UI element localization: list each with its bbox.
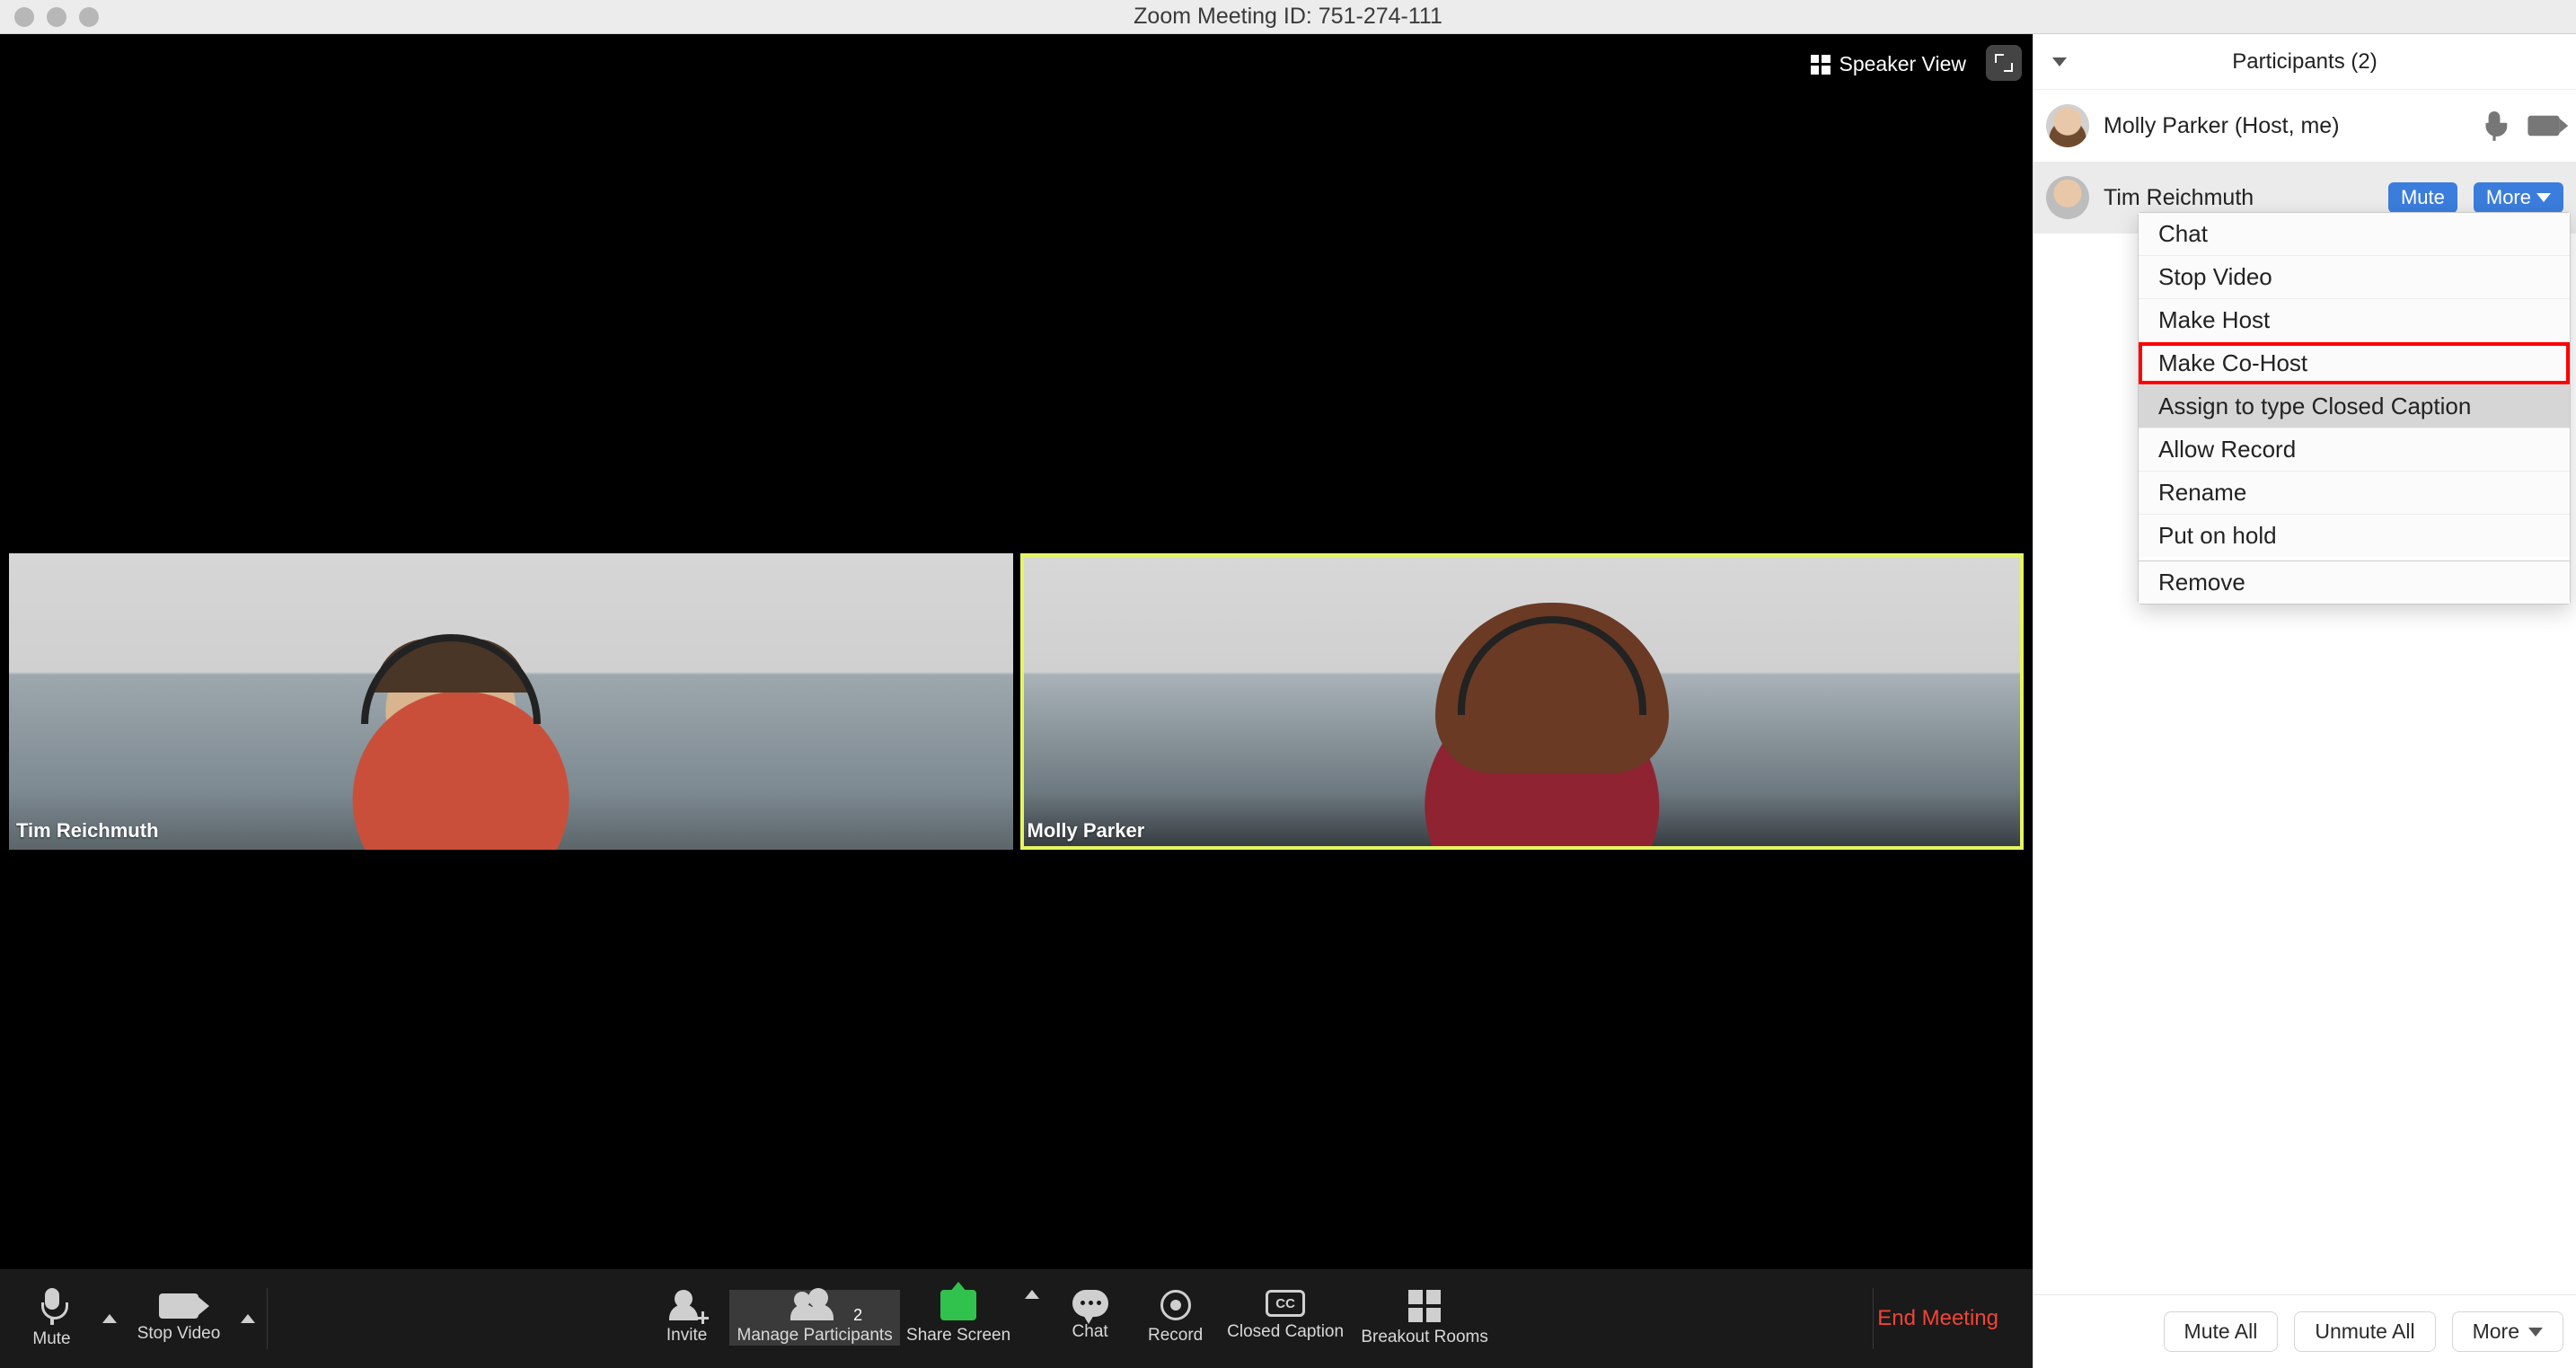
closed-caption-label: Closed Caption — [1227, 1322, 1344, 1342]
toolbar-divider — [267, 1288, 268, 1349]
breakout-rooms-label: Breakout Rooms — [1361, 1328, 1488, 1347]
record-icon — [1160, 1290, 1191, 1320]
mute-all-label: Mute All — [2184, 1319, 2258, 1344]
mute-all-button[interactable]: Mute All — [2164, 1311, 2279, 1352]
video-grid: Tim Reichmuth Molly Parker — [9, 553, 2024, 850]
end-meeting-button[interactable]: End Meeting — [1877, 1306, 2024, 1331]
participant-name: Tim Reichmuth — [2104, 185, 2374, 211]
share-screen-label: Share Screen — [906, 1326, 1010, 1346]
menu-item-make-cohost[interactable]: Make Co-Host — [2139, 341, 2570, 384]
breakout-rooms-button[interactable]: Breakout Rooms — [1353, 1290, 1496, 1347]
grid-view-icon — [1811, 55, 1831, 75]
participants-header: Participants (2) — [2033, 34, 2576, 90]
stop-video-button[interactable]: Stop Video — [125, 1269, 233, 1368]
unmute-all-button[interactable]: Unmute All — [2294, 1311, 2435, 1352]
chevron-up-icon — [102, 1314, 117, 1323]
chevron-down-icon — [2528, 1328, 2543, 1337]
avatar — [2046, 176, 2089, 219]
participants-title: Participants (2) — [2232, 49, 2377, 75]
people-icon — [794, 1290, 835, 1320]
stop-video-label: Stop Video — [137, 1324, 221, 1344]
menu-item-chat[interactable]: Chat — [2139, 213, 2570, 255]
mute-button[interactable]: Mute — [9, 1269, 94, 1368]
mute-label: Mute — [32, 1329, 70, 1349]
fullscreen-icon — [1995, 54, 2013, 72]
chat-icon — [1072, 1290, 1108, 1317]
participants-panel: Participants (2) Molly Parker (Host, me)… — [2033, 34, 2576, 1368]
participant-name: Molly Parker (Host, me) — [2104, 113, 2466, 139]
mute-options-caret[interactable] — [94, 1269, 125, 1368]
participant-more-menu: Chat Stop Video Make Host Make Co-Host A… — [2138, 212, 2571, 605]
manage-participants-button[interactable]: 2 Manage Participants — [729, 1290, 900, 1346]
camera-icon — [2527, 116, 2559, 136]
chevron-down-icon — [2536, 193, 2551, 202]
menu-item-remove[interactable]: Remove — [2139, 560, 2570, 604]
microphone-icon — [39, 1288, 66, 1324]
closed-caption-button[interactable]: CC Closed Caption — [1218, 1290, 1353, 1342]
meeting-toolbar: Mute Stop Video Invite 2 Manage Particip… — [0, 1269, 2033, 1368]
titlebar: Zoom Meeting ID: 751-274-111 — [0, 0, 2576, 34]
panel-more-button[interactable]: More — [2452, 1311, 2563, 1352]
avatar — [2046, 104, 2089, 147]
menu-item-make-host[interactable]: Make Host — [2139, 298, 2570, 341]
menu-item-assign-cc[interactable]: Assign to type Closed Caption — [2139, 384, 2570, 428]
close-window-icon[interactable] — [14, 7, 34, 27]
more-participant-button[interactable]: More — [2474, 182, 2563, 213]
panel-collapse-button[interactable] — [2046, 49, 2073, 75]
camera-icon — [159, 1293, 198, 1319]
maximize-window-icon[interactable] — [79, 7, 99, 27]
menu-item-put-on-hold[interactable]: Put on hold — [2139, 514, 2570, 557]
invite-label: Invite — [666, 1326, 707, 1346]
menu-item-rename[interactable]: Rename — [2139, 471, 2570, 514]
minimize-window-icon[interactable] — [47, 7, 66, 27]
speaker-view-button[interactable]: Speaker View — [1798, 45, 1980, 84]
panel-more-label: More — [2473, 1319, 2519, 1344]
mute-participant-button[interactable]: Mute — [2388, 182, 2457, 213]
participants-list: Molly Parker (Host, me) Tim Reichmuth Mu… — [2033, 90, 2576, 1294]
headset-icon — [361, 634, 541, 724]
window-traffic-lights — [14, 7, 99, 27]
fullscreen-button[interactable] — [1986, 45, 2022, 81]
menu-item-stop-video[interactable]: Stop Video — [2139, 255, 2570, 298]
chevron-down-icon — [2052, 57, 2067, 66]
chevron-up-icon — [241, 1314, 255, 1323]
unmute-all-label: Unmute All — [2315, 1319, 2414, 1344]
manage-participants-label: Manage Participants — [737, 1326, 893, 1346]
record-label: Record — [1148, 1326, 1203, 1346]
video-tile[interactable]: Molly Parker — [1020, 553, 2025, 850]
share-options-caret[interactable] — [1017, 1290, 1047, 1299]
mute-participant-label: Mute — [2401, 186, 2445, 209]
menu-item-allow-record[interactable]: Allow Record — [2139, 428, 2570, 471]
tile-name-label: Molly Parker — [1028, 819, 1145, 843]
video-options-caret[interactable] — [233, 1269, 263, 1368]
chevron-up-icon — [1025, 1290, 1039, 1299]
invite-icon — [669, 1290, 705, 1320]
participants-count-badge: 2 — [853, 1306, 862, 1325]
breakout-rooms-icon — [1408, 1290, 1441, 1322]
tile-name-label: Tim Reichmuth — [16, 819, 159, 843]
speaker-view-label: Speaker View — [1839, 52, 1967, 76]
chat-button[interactable]: Chat — [1047, 1290, 1133, 1342]
participants-footer: Mute All Unmute All More — [2033, 1294, 2576, 1368]
more-participant-label: More — [2486, 186, 2531, 209]
toolbar-divider — [1873, 1288, 1874, 1349]
participant-row[interactable]: Molly Parker (Host, me) — [2033, 90, 2576, 162]
video-pane: Speaker View Tim Reichmuth Molly Parker — [0, 34, 2033, 1368]
cc-icon: CC — [1266, 1290, 1305, 1317]
window-title: Zoom Meeting ID: 751-274-111 — [1134, 4, 1442, 30]
chat-label: Chat — [1072, 1322, 1108, 1342]
video-tile[interactable]: Tim Reichmuth — [9, 553, 1013, 850]
record-button[interactable]: Record — [1133, 1290, 1218, 1346]
microphone-icon — [2483, 111, 2505, 140]
share-screen-icon — [940, 1290, 976, 1320]
invite-button[interactable]: Invite — [644, 1290, 729, 1346]
share-screen-button[interactable]: Share Screen — [900, 1290, 1017, 1346]
